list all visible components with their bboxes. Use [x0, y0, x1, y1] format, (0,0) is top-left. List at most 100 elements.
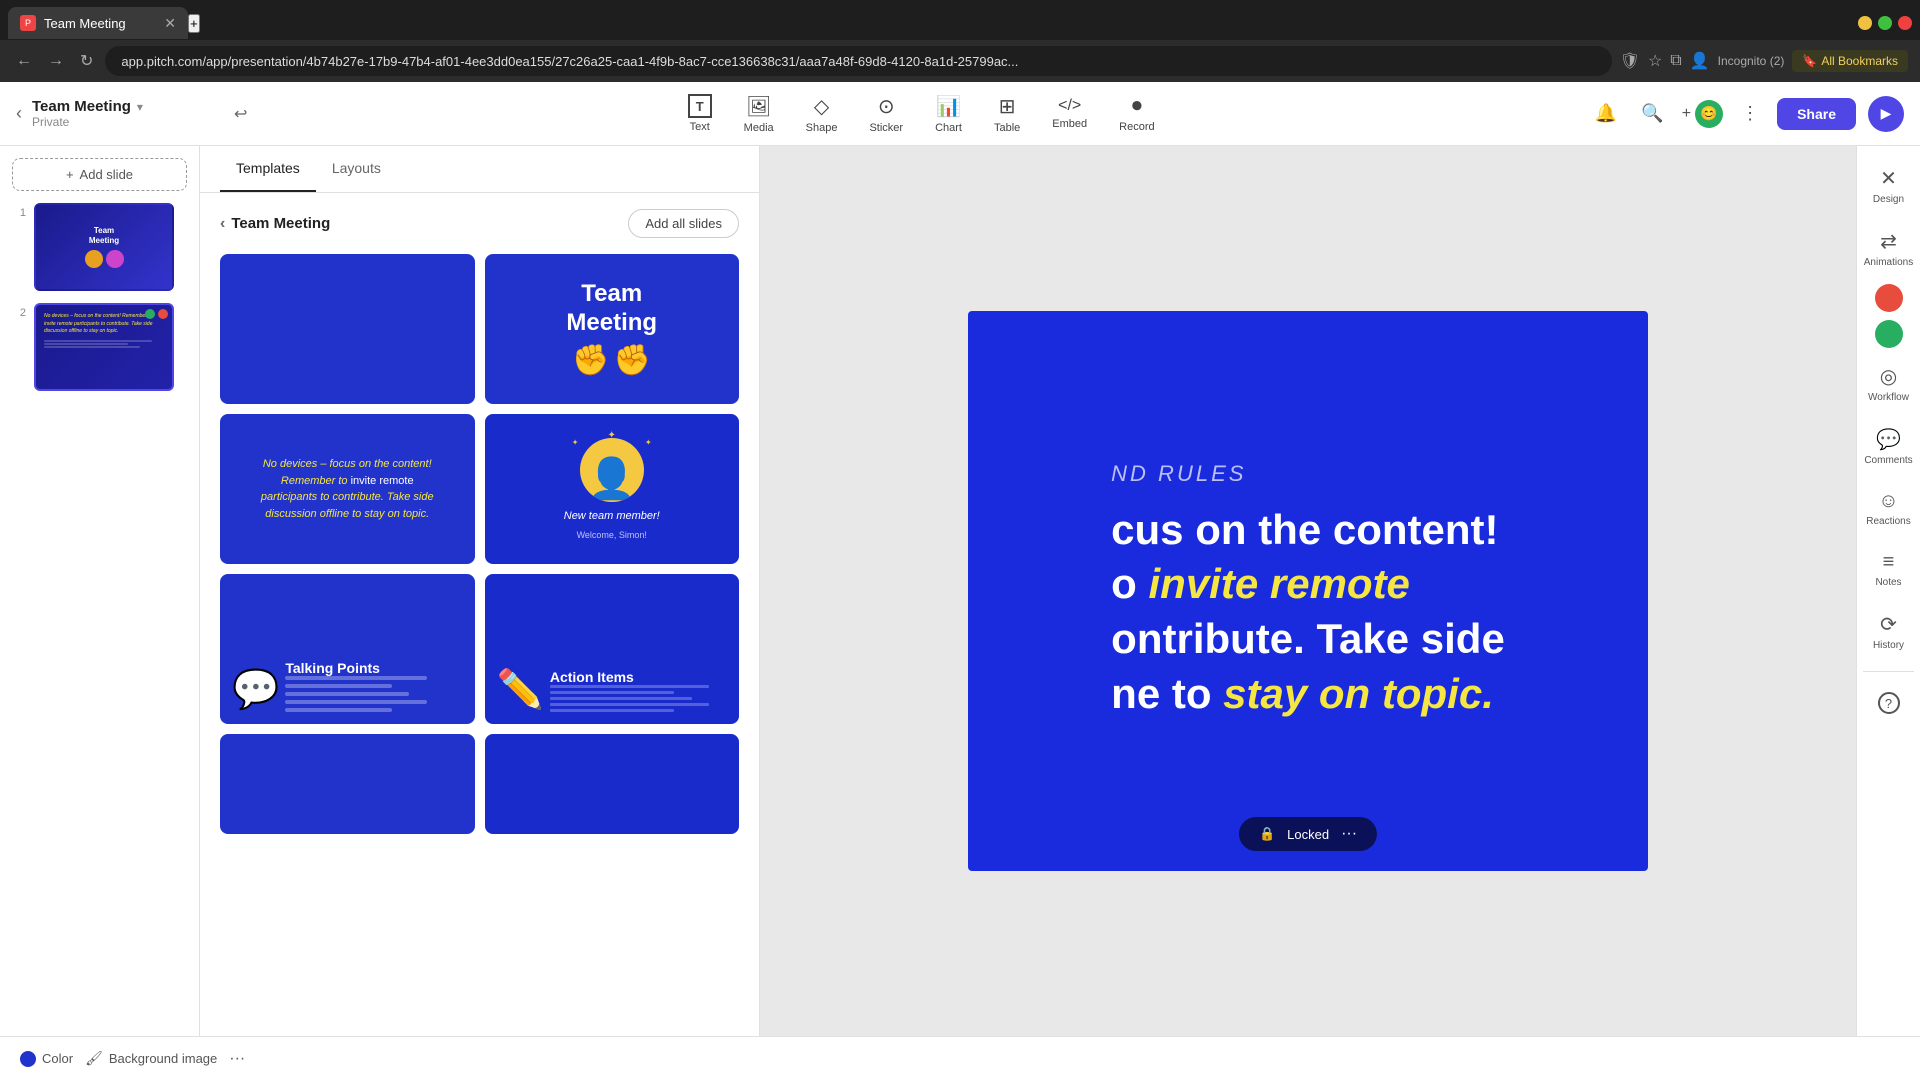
back-chevron-icon: ‹	[220, 215, 225, 233]
chart-icon: 📊	[936, 94, 961, 119]
presentation-private: Private	[32, 115, 143, 129]
action-line-5	[550, 709, 674, 712]
canvas-line1: cus on the content!	[1111, 503, 1505, 558]
back-button[interactable]: ‹	[16, 103, 22, 124]
comments-icon: 💬	[1876, 427, 1901, 452]
action-items-right: Action Items	[550, 669, 727, 712]
search-button[interactable]: 🔍	[1635, 97, 1669, 130]
tab-layouts[interactable]: Layouts	[316, 146, 397, 192]
workflow-label: Workflow	[1868, 392, 1909, 403]
refresh-button[interactable]: ↻	[76, 47, 97, 75]
forward-nav-button[interactable]: →	[44, 48, 68, 74]
record-icon: ⏺	[1132, 95, 1142, 118]
action-items-left: ✏️	[497, 668, 544, 712]
notifications-button[interactable]: 🔔	[1589, 97, 1623, 130]
template-card-new-member[interactable]: 👤 ✦ ✦ ✦ New team member! Welcome, Simon!	[485, 414, 740, 564]
slide-canvas[interactable]: ND RULES cus on the content! o invite re…	[968, 311, 1648, 871]
template-card-talking-points[interactable]: 💬 Talking Points	[220, 574, 475, 724]
tab-close-icon[interactable]: ✕	[164, 15, 176, 32]
sidebar-item-help[interactable]: ?	[1861, 684, 1917, 722]
tool-table[interactable]: ⊞ Table	[980, 88, 1034, 140]
close-button[interactable]	[1898, 16, 1912, 30]
history-icon: ⟳	[1880, 612, 1897, 637]
window-controls	[1858, 16, 1912, 30]
tool-embed[interactable]: </> Embed	[1038, 91, 1101, 136]
sidebar-item-workflow[interactable]: ◎ Workflow	[1861, 356, 1917, 411]
new-tab-button[interactable]: +	[188, 14, 200, 33]
embed-icon: </>	[1058, 97, 1081, 115]
canvas-body: cus on the content! o invite remote ontr…	[1111, 503, 1505, 721]
more-options-button[interactable]: ⋮	[1735, 97, 1765, 130]
all-bookmarks-button[interactable]: 🔖 All Bookmarks	[1792, 50, 1908, 72]
template-back-button[interactable]: ‹ Team Meeting	[220, 215, 330, 233]
tool-media[interactable]: 🖼 Media	[730, 88, 788, 140]
template-card-blank[interactable]	[220, 254, 475, 404]
slide-number-1: 1	[12, 203, 26, 219]
tool-table-label: Table	[994, 122, 1020, 134]
active-tab[interactable]: P Team Meeting ✕	[8, 7, 188, 39]
presentation-info: Team Meeting ▾ Private	[32, 98, 143, 129]
maximize-button[interactable]	[1878, 16, 1892, 30]
tool-text[interactable]: T Text	[674, 88, 726, 139]
line-3	[285, 692, 409, 696]
template-card-more-2[interactable]	[485, 734, 740, 834]
address-input[interactable]	[105, 46, 1611, 76]
minimize-button[interactable]	[1858, 16, 1872, 30]
sidebar-item-design[interactable]: ✕ Design	[1861, 158, 1917, 213]
tab-templates[interactable]: Templates	[220, 146, 316, 192]
share-button[interactable]: Share	[1777, 98, 1856, 130]
slide-panel: + Add slide 1 TeamMeeting 2	[0, 146, 200, 1036]
tool-sticker-label: Sticker	[869, 122, 903, 134]
tool-shape[interactable]: ◇ Shape	[792, 88, 852, 140]
sidebar-item-comments[interactable]: 💬 Comments	[1861, 419, 1917, 474]
slide-thumbnail-1[interactable]: TeamMeeting	[34, 203, 174, 291]
template-card-rules[interactable]: No devices – focus on the content! Remem…	[220, 414, 475, 564]
shield-icon: 🛡	[1620, 51, 1640, 71]
sticker-icon: ⊙	[878, 94, 895, 119]
speech-bubble-emoji: 💬	[232, 668, 279, 712]
add-all-slides-button[interactable]: Add all slides	[628, 209, 739, 238]
talking-points-title: Talking Points	[285, 660, 462, 676]
animations-icon: ⇄	[1880, 229, 1897, 254]
sidebar-item-reactions[interactable]: ☺ Reactions	[1861, 482, 1917, 535]
bottom-background-item[interactable]: 🖌 Background image	[85, 1050, 217, 1067]
sidebar-item-animations[interactable]: ⇄ Animations	[1861, 221, 1917, 276]
slide-thumbnail-2[interactable]: No devices – focus on the content! Remem…	[34, 303, 174, 391]
title-dropdown-icon[interactable]: ▾	[137, 100, 143, 114]
template-card-action-items[interactable]: ✏️ Action Items	[485, 574, 740, 724]
line-4	[285, 700, 427, 704]
bottom-color-item[interactable]: Color	[20, 1051, 73, 1067]
star-icon[interactable]: ☆	[1648, 51, 1662, 71]
tool-record[interactable]: ⏺ Record	[1105, 89, 1168, 139]
template-title: Team Meeting	[231, 215, 330, 232]
recording-green-button[interactable]	[1875, 320, 1903, 348]
tool-sticker[interactable]: ⊙ Sticker	[855, 88, 917, 140]
tool-chart[interactable]: 📊 Chart	[921, 88, 976, 140]
locked-more-button[interactable]: ···	[1341, 825, 1357, 843]
avatar-icon: 😊	[1700, 105, 1717, 122]
tool-media-label: Media	[744, 122, 774, 134]
notes-label: Notes	[1875, 577, 1901, 588]
sidebar-item-history[interactable]: ⟳ History	[1861, 604, 1917, 659]
member-avatar: 👤	[580, 438, 644, 502]
extensions-icon[interactable]: ⧉	[1670, 52, 1681, 70]
workflow-icon: ◎	[1880, 364, 1897, 389]
back-nav-button[interactable]: ←	[12, 48, 36, 74]
user-avatar: 😊	[1695, 100, 1723, 128]
tool-record-label: Record	[1119, 121, 1154, 133]
right-sidebar: ✕ Design ⇄ Animations ◎ Workflow 💬 Comme…	[1856, 146, 1920, 1036]
template-grid: TeamMeeting ✊ ✊ No devices – focus on th…	[220, 254, 739, 834]
bottom-more-button[interactable]: ···	[229, 1050, 245, 1068]
add-collaborator-button[interactable]: + 😊	[1682, 100, 1723, 128]
template-card-more-1[interactable]	[220, 734, 475, 834]
sidebar-item-notes[interactable]: ≡ Notes	[1861, 543, 1917, 596]
add-slide-button[interactable]: + Add slide	[12, 158, 187, 191]
recording-red-button[interactable]	[1875, 284, 1903, 312]
tool-chart-label: Chart	[935, 122, 962, 134]
lock-icon: 🔒	[1259, 826, 1275, 842]
undo-button[interactable]: ↩	[228, 98, 253, 130]
canvas-line2-normal: o	[1111, 560, 1148, 607]
play-presentation-button[interactable]: ▶	[1868, 96, 1904, 132]
shape-icon: ◇	[814, 94, 829, 119]
template-card-cover[interactable]: TeamMeeting ✊ ✊	[485, 254, 740, 404]
